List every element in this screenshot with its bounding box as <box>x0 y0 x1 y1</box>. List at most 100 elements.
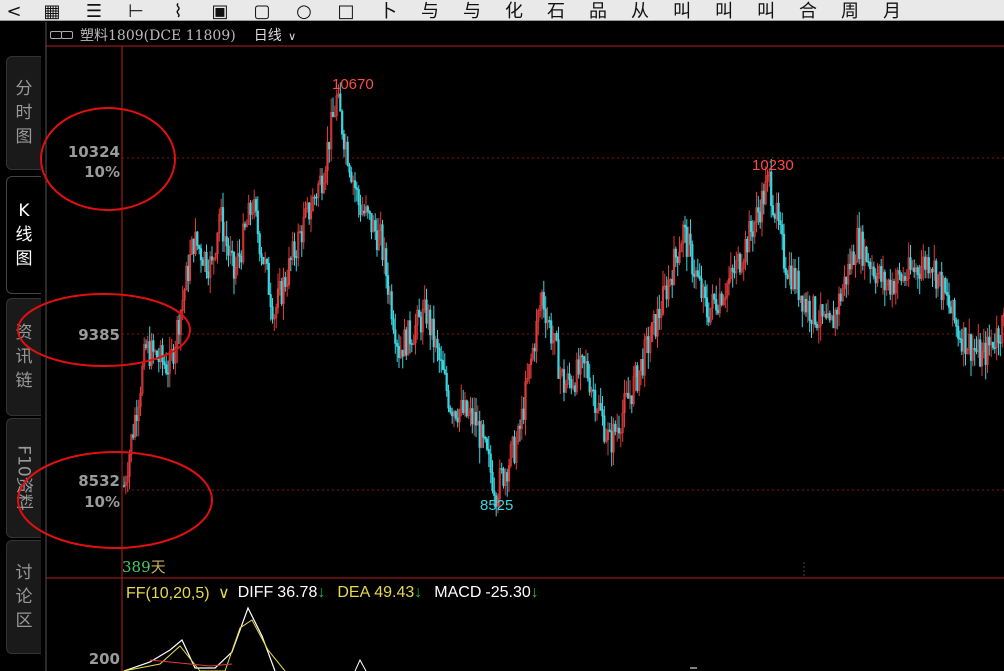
candle-body <box>269 294 272 307</box>
day-count-label: 389天 <box>122 556 166 577</box>
candle-body <box>698 275 701 279</box>
link-icon[interactable] <box>50 30 73 40</box>
candle-body <box>205 252 208 273</box>
candle-body <box>858 227 861 259</box>
candle-body <box>163 361 166 365</box>
candle-body <box>196 231 199 246</box>
diff-value: 36.78 <box>277 584 318 601</box>
candle-body <box>993 347 996 349</box>
candle-body <box>132 434 135 438</box>
candle-body <box>704 286 707 299</box>
candle-body <box>375 230 379 251</box>
candle-body <box>674 248 677 258</box>
candle-body <box>355 187 358 190</box>
candle-body <box>715 299 718 311</box>
candle-body <box>313 196 316 199</box>
high-price-label: 10670 <box>332 76 374 93</box>
candle-body <box>385 248 388 276</box>
candle-body <box>964 327 967 354</box>
candle-body <box>386 275 390 295</box>
candle-body <box>221 207 225 242</box>
candle-body <box>991 341 995 348</box>
candle-body <box>749 221 753 232</box>
candle-body <box>689 233 692 245</box>
candle-body <box>300 231 303 243</box>
candle-body <box>210 256 214 261</box>
candle-body <box>898 270 901 275</box>
candle-body <box>617 427 621 434</box>
candle-body <box>832 315 835 329</box>
chart-header: 塑料1809(DCE 11809) 日线 ∨ <box>50 25 296 45</box>
candle-body <box>555 333 558 340</box>
candle-body <box>801 295 804 312</box>
candle-body <box>821 304 824 317</box>
candle-body <box>522 408 525 420</box>
candle-body <box>608 429 611 432</box>
candle-body <box>491 471 494 492</box>
candle-body <box>683 224 687 228</box>
candle-body <box>738 253 742 273</box>
candle-body <box>474 411 478 426</box>
candle-body <box>478 420 481 448</box>
candle-body <box>265 259 269 264</box>
candle-body <box>946 291 949 296</box>
candle-body <box>988 336 991 346</box>
candle-body <box>957 326 960 339</box>
candle-body <box>232 252 236 279</box>
candle-body <box>357 189 360 206</box>
macd-lines <box>123 606 697 671</box>
candle-body <box>770 171 773 206</box>
candle-body <box>363 210 366 214</box>
candle-body <box>454 411 457 419</box>
candle-body <box>872 266 875 277</box>
day-count: 389 <box>122 558 151 576</box>
candle-body <box>542 292 545 310</box>
candle-body <box>707 316 710 323</box>
candle-body <box>804 298 808 313</box>
candle-body <box>533 347 536 352</box>
candle-body <box>500 468 503 470</box>
dea-value: 49.43 <box>374 584 415 601</box>
candle-body <box>381 224 384 260</box>
candle-body <box>786 274 789 279</box>
candle-body <box>256 210 259 234</box>
period-selector[interactable]: 日线 ∨ <box>254 25 297 45</box>
indicator-selector[interactable]: FF(10,20,5) ∨ <box>126 583 234 603</box>
candle-body <box>432 318 435 348</box>
candle-body <box>671 279 674 285</box>
candle-body <box>328 141 331 150</box>
candle-body <box>627 392 630 399</box>
candle-body <box>513 436 516 463</box>
candle-body <box>874 275 877 284</box>
candle-body <box>975 349 978 352</box>
candle-body <box>165 364 168 374</box>
candle-body <box>828 313 831 321</box>
diff-line <box>123 606 276 671</box>
candle-body <box>865 246 868 262</box>
candle-body <box>909 257 912 270</box>
candle-body <box>201 259 204 266</box>
candle-body <box>685 226 688 257</box>
candle-body <box>401 349 404 357</box>
candle-body <box>451 411 454 417</box>
y-label-top-pct: 10% <box>84 163 120 181</box>
candle-body <box>880 266 883 282</box>
down-arrow-icon: ↓ <box>530 584 539 601</box>
candle-body <box>249 202 252 215</box>
candle-body <box>916 267 919 275</box>
candle-body <box>243 223 247 228</box>
candle-body <box>225 236 228 247</box>
candle-body <box>641 358 644 376</box>
candle-body <box>568 373 571 380</box>
candle-body <box>271 306 274 320</box>
candle-body <box>958 337 962 340</box>
candle-body <box>397 346 401 358</box>
candle-body <box>777 202 780 221</box>
candle-body <box>550 320 553 344</box>
candle-body <box>231 250 234 253</box>
candle-body <box>759 211 762 223</box>
candle-body <box>449 407 452 413</box>
candle-body <box>374 220 377 232</box>
candle-body <box>814 296 817 325</box>
candle-body <box>166 372 170 375</box>
